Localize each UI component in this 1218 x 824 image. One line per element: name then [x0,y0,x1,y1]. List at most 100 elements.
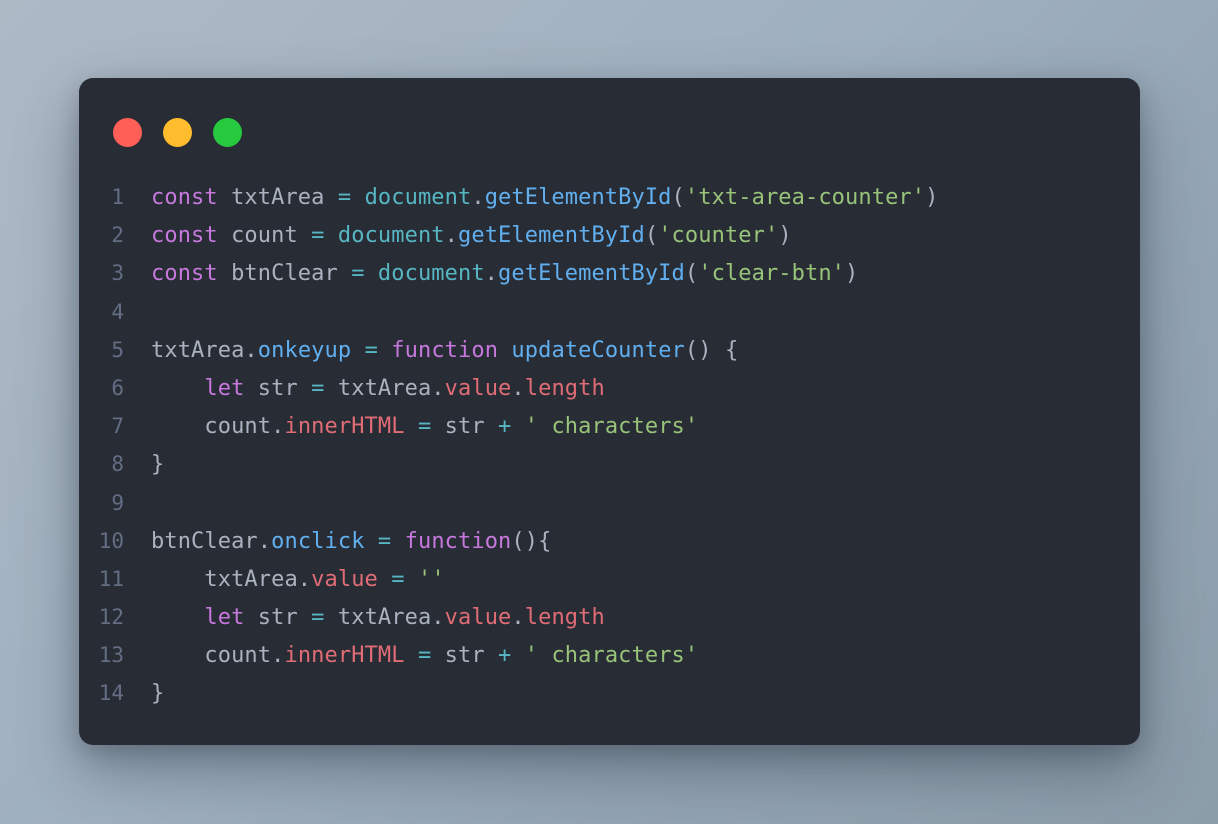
code-token-func: updateCounter [511,337,685,363]
code-line[interactable]: 13 count.innerHTML = str + ' characters' [79,636,1140,674]
code-editor[interactable]: 1 const txtArea = document.getElementById… [79,178,1140,713]
code-token-punct: . [271,643,285,669]
code-token-keyword: function [404,528,512,554]
minimize-button-icon[interactable] [163,118,192,147]
code-token-operator: = [351,261,365,287]
line-number: 6 [111,375,124,400]
close-button-icon[interactable] [113,118,142,147]
code-token-punct: } [151,681,165,707]
code-token-punct: } [151,452,165,478]
code-token-operator: = [377,528,392,554]
code-token-operator: = [311,605,325,631]
code-token-prop: length [524,605,605,631]
code-snippet-card: 1 const txtArea = document.getElementById… [79,78,1140,745]
code-token-operator: = [364,337,378,363]
code-token-operator: = [417,643,432,669]
code-line[interactable]: 3 const btnClear = document.getElementByI… [79,254,1140,292]
code-line-content: let str = txtArea.value.length [151,370,605,408]
code-line-content: txtArea.value = '' [151,561,445,599]
code-token-punct: ( [644,223,659,249]
code-line[interactable]: 14} [79,674,1140,712]
code-token-plain: count [151,414,272,440]
code-token-keyword: function [391,337,499,363]
code-line[interactable]: 8} [79,445,1140,483]
code-token-punct: . [257,528,272,554]
code-token-plain: txtArea [151,566,298,592]
zoom-button-icon[interactable] [213,118,242,147]
code-token-operator: + [498,414,512,440]
line-number: 1 [111,185,124,209]
code-token-keyword: const [151,223,218,249]
screenshot-stage: 1 const txtArea = document.getElementById… [0,0,1218,824]
code-token-keyword: let [204,605,245,631]
line-number: 5 [111,337,124,362]
line-number: 10 [98,528,124,553]
code-token-keyword: const [151,185,218,210]
code-token-prop: innerHTML [284,414,405,440]
line-number: 14 [98,681,124,706]
code-line[interactable]: 7 count.innerHTML = str + ' characters' [79,407,1140,445]
code-token-keyword: let [204,375,245,401]
code-token-punct: . [444,223,458,249]
code-token-punct: () { [684,337,739,363]
code-token-plain: txtArea [324,375,432,401]
code-token-func: getElementById [498,261,685,287]
code-token-plain: txtArea [151,337,245,363]
code-token-punct: . [431,375,445,401]
code-line[interactable]: 11 txtArea.value = '' [79,560,1140,598]
code-line[interactable]: 6 let str = txtArea.value.length [79,369,1140,407]
line-number: 4 [111,299,124,324]
code-token-builtin: document [337,223,445,249]
code-line-content: txtArea.onkeyup = function updateCounter… [151,332,738,370]
code-line[interactable]: 10 btnClear.onclick = function(){ [79,522,1140,560]
code-token-prop: value [444,375,512,401]
code-token-punct: . [484,261,499,287]
code-token-operator: = [311,375,325,401]
code-line[interactable]: 5 txtArea.onkeyup = function updateCounte… [79,331,1140,369]
code-line[interactable]: 4 [79,293,1140,331]
code-token-punct: . [244,337,258,363]
code-line-content: } [151,446,164,484]
code-token-keyword: const [151,261,218,287]
code-line[interactable]: 12 let str = txtArea.value.length [79,598,1140,636]
code-token-func: getElementById [484,185,672,210]
code-line-content: count.innerHTML = str + ' characters' [151,408,698,446]
code-line[interactable]: 9 [79,484,1140,522]
code-token-plain: str [431,414,499,440]
code-token-prop: value [311,566,378,592]
code-token-builtin: document [377,261,485,287]
line-number: 13 [98,643,124,668]
code-token-punct: ( [684,261,699,287]
code-token-plain: btnClear [217,261,352,287]
code-token-punct: ) [925,185,939,210]
code-line[interactable]: 2 const count = document.getElementById('… [79,216,1140,254]
code-token-plain: txtArea [324,605,432,631]
code-token-operator: = [391,566,405,592]
code-line-content: } [151,675,164,713]
code-token-prop: value [444,605,512,631]
code-token-string: '' [417,566,445,592]
code-line[interactable]: 1 const txtArea = document.getElementById… [79,178,1140,216]
line-number: 2 [111,223,124,248]
code-token-func: onclick [271,528,365,554]
code-token-string: ' characters' [524,643,699,669]
line-number: 11 [98,566,124,591]
code-token-plain: str [244,375,312,401]
code-token-punct: . [471,185,485,210]
code-line-content: const btnClear = document.getElementById… [151,255,858,293]
code-token-operator: = [337,185,352,210]
code-line-content: btnClear.onclick = function(){ [151,523,551,561]
code-line-content: count.innerHTML = str + ' characters' [151,637,698,675]
code-token-operator: = [417,414,432,440]
code-token-prop: length [524,375,605,401]
